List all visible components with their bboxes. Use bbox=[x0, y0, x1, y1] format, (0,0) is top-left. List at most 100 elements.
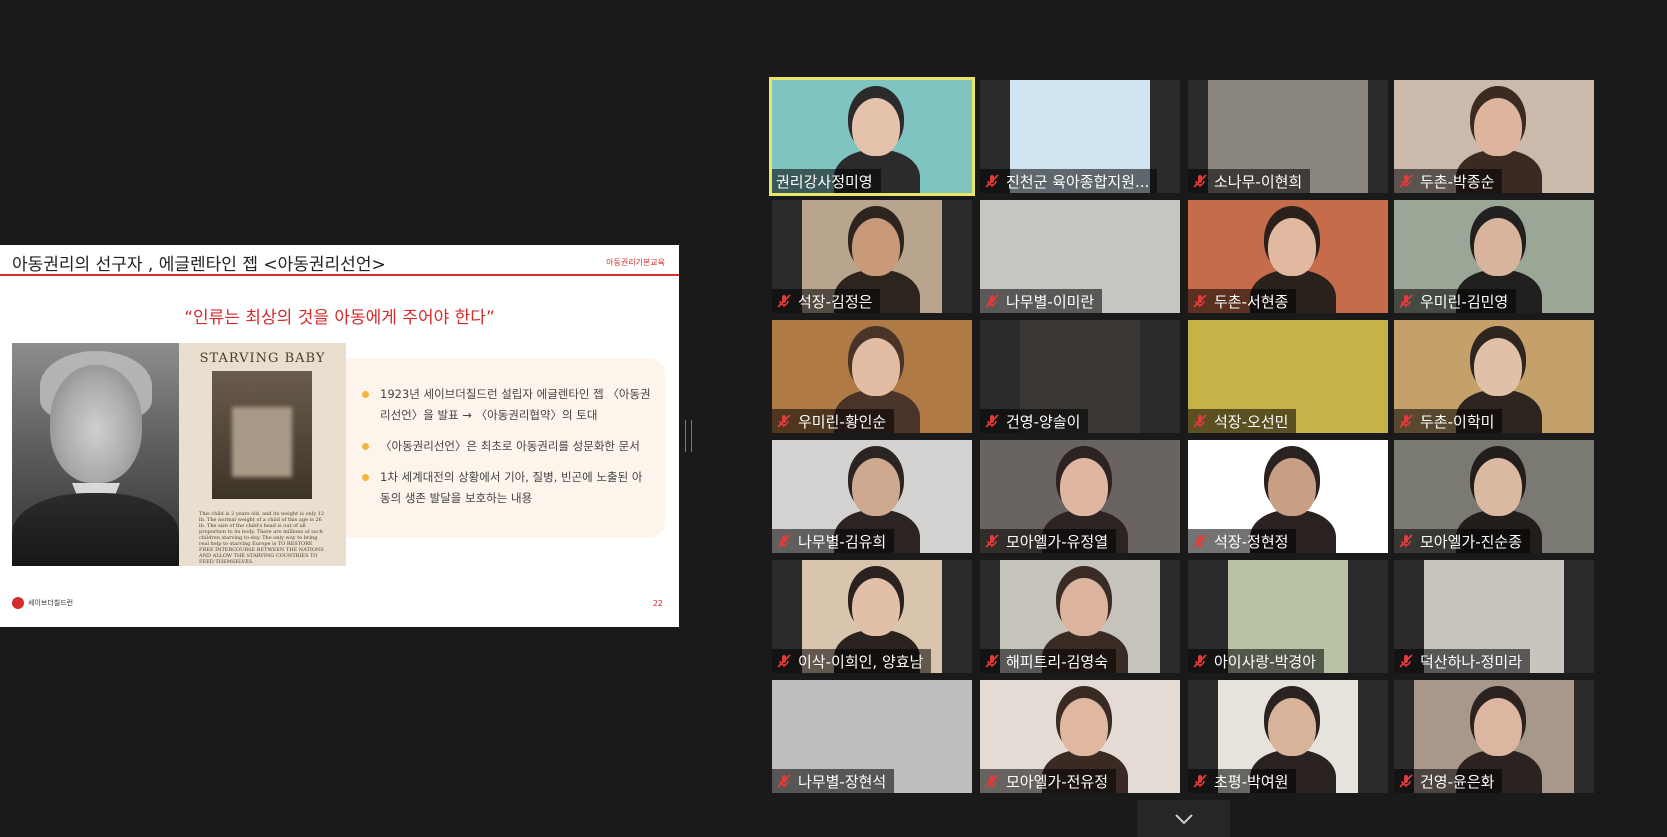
participant-face bbox=[1268, 458, 1316, 516]
participant-tile[interactable]: 이삭-이희인, 양효남 bbox=[772, 560, 972, 673]
participant-name: 덕산하나-정미라 bbox=[1420, 652, 1523, 671]
participant-name-label: 건영-양솔이 bbox=[980, 409, 1089, 433]
participant-tile[interactable]: 우미린-김민영 bbox=[1394, 200, 1594, 313]
participant-tile[interactable]: 건영-양솔이 bbox=[980, 320, 1180, 433]
participant-face bbox=[1060, 458, 1108, 516]
muted-mic-icon bbox=[1193, 774, 1207, 788]
muted-mic-icon bbox=[1193, 414, 1207, 428]
participant-name-label: 석장-오선민 bbox=[1188, 409, 1297, 433]
participant-tile[interactable]: 초평-박여원 bbox=[1188, 680, 1388, 793]
slide-page-number: 22 bbox=[652, 599, 663, 608]
muted-mic-icon bbox=[777, 294, 791, 308]
poster-text: This child is 2 years old, and its weigh… bbox=[199, 511, 325, 565]
participant-face bbox=[1474, 338, 1522, 396]
muted-mic-icon bbox=[1399, 294, 1413, 308]
muted-mic-icon bbox=[1399, 534, 1413, 548]
participant-tile[interactable]: 석장-김정은 bbox=[772, 200, 972, 313]
participant-tile[interactable]: 나무별-장현석 bbox=[772, 680, 972, 793]
participant-name: 두촌-서현종 bbox=[1214, 292, 1289, 311]
participant-name-label: 아이사랑-박경아 bbox=[1188, 649, 1325, 673]
participant-name: 나무별-이미란 bbox=[1006, 292, 1095, 311]
participant-name-label: 건영-윤은화 bbox=[1394, 769, 1503, 793]
participant-name-label: 진천군 육아종합지원... bbox=[980, 169, 1158, 193]
participant-name-label: 석장-김정은 bbox=[772, 289, 881, 313]
participant-name: 건영-양솔이 bbox=[1006, 412, 1081, 431]
participant-tile[interactable]: 두촌-박종순 bbox=[1394, 80, 1594, 193]
participant-face bbox=[1268, 698, 1316, 756]
participant-name: 모아엘가-진순종 bbox=[1420, 532, 1523, 551]
participant-tile[interactable]: 아이사랑-박경아 bbox=[1188, 560, 1388, 673]
muted-mic-icon bbox=[1399, 654, 1413, 668]
participant-name-label: 덕산하나-정미라 bbox=[1394, 649, 1531, 673]
participant-name-label: 해피트리-김영숙 bbox=[980, 649, 1117, 673]
muted-mic-icon bbox=[1399, 414, 1413, 428]
poster-photo bbox=[212, 371, 312, 499]
muted-mic-icon bbox=[985, 294, 999, 308]
participant-face bbox=[1060, 578, 1108, 636]
participant-face bbox=[1474, 98, 1522, 156]
participant-face bbox=[852, 338, 900, 396]
participant-tile[interactable]: 석장-정현정 bbox=[1188, 440, 1388, 553]
participant-tile[interactable]: 진천군 육아종합지원... bbox=[980, 80, 1180, 193]
shared-slide: 아동권리의 선구자 , 에글렌타인 젭 <아동권리선언> 아동권리기본교육 “인… bbox=[0, 245, 679, 627]
participant-tile[interactable]: 나무별-이미란 bbox=[980, 200, 1180, 313]
muted-mic-icon bbox=[985, 174, 999, 188]
slide-quote: “인류는 최상의 것을 아동에게 주어야 한다” bbox=[184, 308, 495, 328]
participant-tile[interactable]: 덕산하나-정미라 bbox=[1394, 560, 1594, 673]
info-box: 1923년 세이브더칠드런 설립자 에글렌타인 젭 〈아동권리선언〉을 발표 →… bbox=[346, 358, 666, 538]
participant-face bbox=[852, 98, 900, 156]
muted-mic-icon bbox=[777, 534, 791, 548]
participant-name: 우미린-김민영 bbox=[1420, 292, 1509, 311]
participant-name-label: 두촌-이학미 bbox=[1394, 409, 1503, 433]
participant-tile[interactable]: 건영-윤은화 bbox=[1394, 680, 1594, 793]
participant-name: 나무별-장현석 bbox=[798, 772, 887, 791]
slide-title-rule bbox=[0, 274, 679, 276]
bullet-list: 1923년 세이브더칠드런 설립자 에글렌타인 젭 〈아동권리선언〉을 발표 →… bbox=[362, 384, 652, 519]
participant-name: 아이사랑-박경아 bbox=[1214, 652, 1317, 671]
participant-tile[interactable]: 두촌-이학미 bbox=[1394, 320, 1594, 433]
participant-tile[interactable]: 두촌-서현종 bbox=[1188, 200, 1388, 313]
participant-name: 해피트리-김영숙 bbox=[1006, 652, 1109, 671]
muted-mic-icon bbox=[985, 414, 999, 428]
muted-mic-icon bbox=[1399, 174, 1413, 188]
participant-face bbox=[1474, 698, 1522, 756]
participant-name: 석장-오선민 bbox=[1214, 412, 1289, 431]
participant-name: 소나무-이현희 bbox=[1214, 172, 1303, 191]
logo-mark-icon bbox=[12, 597, 24, 609]
participant-tile[interactable]: 소나무-이현희 bbox=[1188, 80, 1388, 193]
participant-tile[interactable]: 해피트리-김영숙 bbox=[980, 560, 1180, 673]
muted-mic-icon bbox=[985, 774, 999, 788]
participant-name-label: 초평-박여원 bbox=[1188, 769, 1297, 793]
participant-tile[interactable]: 모아엘가-유정열 bbox=[980, 440, 1180, 553]
participant-tile[interactable]: 우미린-황인순 bbox=[772, 320, 972, 433]
participant-name-label: 나무별-이미란 bbox=[980, 289, 1103, 313]
participant-name-label: 우미린-김민영 bbox=[1394, 289, 1517, 313]
muted-mic-icon bbox=[1193, 654, 1207, 668]
muted-mic-icon bbox=[777, 654, 791, 668]
bullet-item: 1923년 세이브더칠드런 설립자 에글렌타인 젭 〈아동권리선언〉을 발표 →… bbox=[362, 384, 652, 426]
show-more-participants-button[interactable] bbox=[1137, 800, 1230, 837]
participant-face bbox=[1474, 458, 1522, 516]
participant-tile[interactable]: 나무별-김유희 bbox=[772, 440, 972, 553]
logo-text: 세이브더칠드런 bbox=[28, 599, 74, 607]
participant-name: 권리강사정미영 bbox=[776, 172, 873, 191]
bullet-item: 1차 세계대전의 상황에서 기아, 질병, 빈곤에 노출된 아동의 생존 발달을… bbox=[362, 467, 652, 509]
participant-name-label: 모아엘가-진순종 bbox=[1394, 529, 1531, 553]
split-resize-handle[interactable] bbox=[685, 420, 692, 452]
muted-mic-icon bbox=[1193, 174, 1207, 188]
participant-tile[interactable]: 모아엘가-진순종 bbox=[1394, 440, 1594, 553]
participant-name-label: 나무별-장현석 bbox=[772, 769, 895, 793]
participant-tile[interactable]: 모아엘가-전유정 bbox=[980, 680, 1180, 793]
participant-tile[interactable]: 권리강사정미영 bbox=[772, 80, 972, 193]
slide-title: 아동권리의 선구자 , 에글렌타인 젭 <아동권리선언> bbox=[12, 255, 386, 275]
participant-name: 건영-윤은화 bbox=[1420, 772, 1495, 791]
muted-mic-icon bbox=[1193, 534, 1207, 548]
participant-tile[interactable]: 석장-오선민 bbox=[1188, 320, 1388, 433]
participant-name: 초평-박여원 bbox=[1214, 772, 1289, 791]
participant-name-label: 나무별-김유희 bbox=[772, 529, 895, 553]
participant-name: 모아엘가-유정열 bbox=[1006, 532, 1109, 551]
muted-mic-icon bbox=[985, 534, 999, 548]
muted-mic-icon bbox=[777, 774, 791, 788]
participant-name-label: 모아엘가-유정열 bbox=[980, 529, 1117, 553]
participant-name: 우미린-황인순 bbox=[798, 412, 887, 431]
